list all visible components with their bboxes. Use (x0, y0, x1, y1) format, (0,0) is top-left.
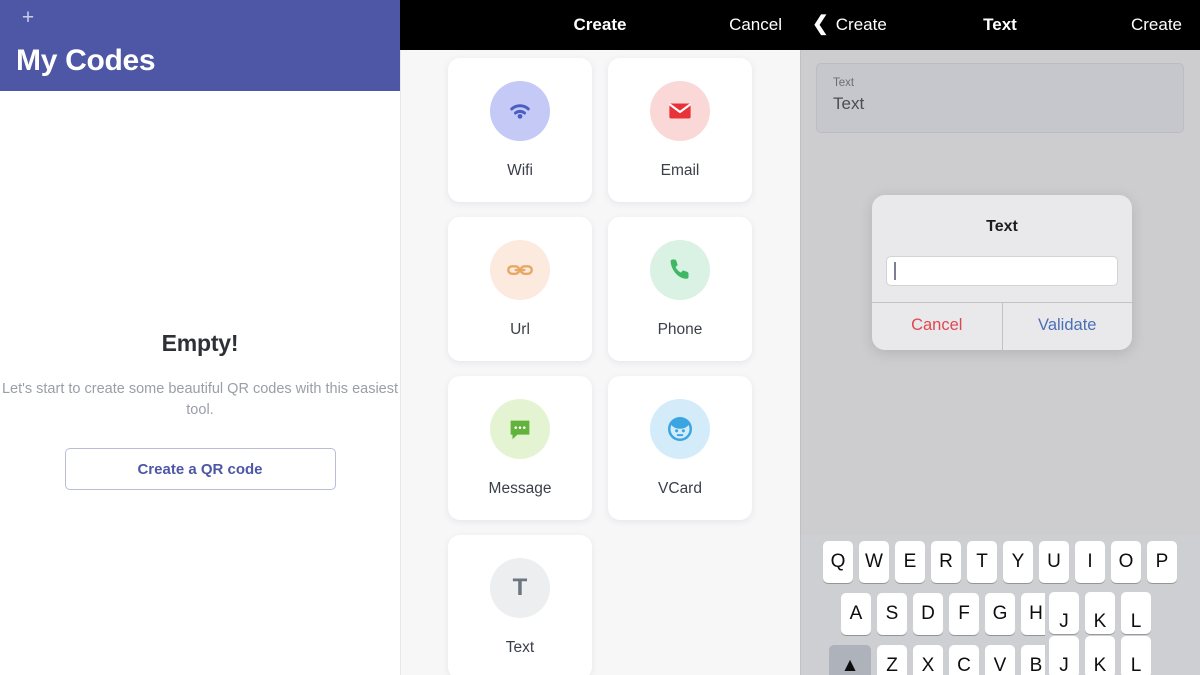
panel-create: Create Cancel Wifi Email Url Phone Message VC… (400, 0, 800, 675)
code-type-label: Phone (657, 321, 703, 338)
code-type-card-email[interactable]: Email (608, 58, 752, 202)
create-button[interactable]: Create (1131, 0, 1182, 50)
text-navbar: ❮ Create Text Create (800, 0, 1200, 50)
key-q[interactable]: Q (823, 541, 853, 583)
empty-state: Empty! Let's start to create some beauti… (0, 330, 400, 490)
cancel-button[interactable]: Cancel (729, 0, 782, 50)
panel-divider-2 (800, 0, 801, 675)
code-type-label: Url (510, 321, 530, 338)
key-i[interactable]: I (1075, 541, 1105, 583)
text-field-label: Text (833, 77, 855, 89)
text-field-row[interactable]: Text Text (816, 63, 1184, 133)
key-x[interactable]: X (913, 645, 943, 675)
overlay-key-k[interactable]: K (1085, 636, 1115, 675)
code-type-card-vcard[interactable]: VCard (608, 376, 752, 520)
key-c[interactable]: C (949, 645, 979, 675)
create-qr-code-button[interactable]: Create a QR code (64, 448, 336, 490)
text-t-icon: T (490, 558, 550, 618)
message-icon (490, 399, 550, 459)
email-icon (650, 81, 710, 141)
key-o[interactable]: O (1111, 541, 1141, 583)
keyboard-overlay-row-1: JKL (1045, 592, 1200, 634)
panel-my-codes: + My Codes Empty! Let's start to create … (0, 0, 400, 675)
alert-actions: Cancel Validate (872, 302, 1132, 350)
panel-text-entry: ❮ Create Text Create Text Text Text Canc… (800, 0, 1200, 675)
key-r[interactable]: R (931, 541, 961, 583)
keyboard-overlay-fragment: JKLJKL (1045, 590, 1200, 675)
key-e[interactable]: E (895, 541, 925, 583)
text-caret (894, 262, 896, 280)
shift-up-icon[interactable]: ▲ (829, 645, 871, 675)
key-t[interactable]: T (967, 541, 997, 583)
page-title: My Codes (16, 44, 156, 77)
my-codes-header: + My Codes (0, 0, 400, 91)
alert-validate-button[interactable]: Validate (1001, 303, 1133, 350)
key-a[interactable]: A (841, 593, 871, 635)
phone-icon (650, 240, 710, 300)
key-u[interactable]: U (1039, 541, 1069, 583)
overlay-key-j[interactable]: J (1049, 636, 1079, 675)
overlay-key-j[interactable]: J (1049, 592, 1079, 634)
overlay-key-l[interactable]: L (1121, 636, 1151, 675)
code-type-label: Wifi (507, 162, 533, 179)
code-type-label: Message (488, 480, 552, 497)
key-g[interactable]: G (985, 593, 1015, 635)
code-type-label: Text (505, 639, 535, 656)
code-type-card-wifi[interactable]: Wifi (448, 58, 592, 202)
link-icon (490, 240, 550, 300)
key-y[interactable]: Y (1003, 541, 1033, 583)
keyboard-overlay-row-2: JKL (1045, 636, 1200, 675)
code-type-label: VCard (658, 480, 702, 497)
code-type-card-text[interactable]: T Text (448, 535, 592, 675)
text-alert-dialog: Text Cancel Validate (872, 195, 1132, 350)
create-navbar: Create Cancel (400, 0, 800, 50)
code-type-grid: Wifi Email Url Phone Message VCard T Text (448, 58, 752, 675)
alert-cancel-button[interactable]: Cancel (872, 303, 1002, 350)
key-f[interactable]: F (949, 593, 979, 635)
code-type-card-message[interactable]: Message (448, 376, 592, 520)
alert-text-input[interactable] (886, 256, 1118, 286)
code-type-card-url[interactable]: Url (448, 217, 592, 361)
code-type-label: Email (660, 162, 700, 179)
empty-state-title: Empty! (161, 330, 239, 356)
key-d[interactable]: D (913, 593, 943, 635)
alert-title: Text (986, 218, 1018, 235)
overlay-key-l[interactable]: L (1121, 592, 1151, 634)
key-w[interactable]: W (859, 541, 889, 583)
text-field-value: Text (833, 94, 865, 113)
key-p[interactable]: P (1147, 541, 1177, 583)
wifi-icon (490, 81, 550, 141)
keyboard-row-1: QWERTYUIOP (800, 541, 1200, 583)
app-root: + My Codes Empty! Let's start to create … (0, 0, 1200, 675)
empty-state-subtitle: Let's start to create some beautiful QR … (1, 381, 399, 418)
key-z[interactable]: Z (877, 645, 907, 675)
plus-icon[interactable]: + (18, 7, 38, 28)
key-s[interactable]: S (877, 593, 907, 635)
vcard-icon (650, 399, 710, 459)
panel-divider-1 (400, 0, 401, 675)
overlay-key-k[interactable]: K (1085, 592, 1115, 634)
alert-input-wrap (872, 236, 1132, 302)
code-type-card-phone[interactable]: Phone (608, 217, 752, 361)
key-v[interactable]: V (985, 645, 1015, 675)
